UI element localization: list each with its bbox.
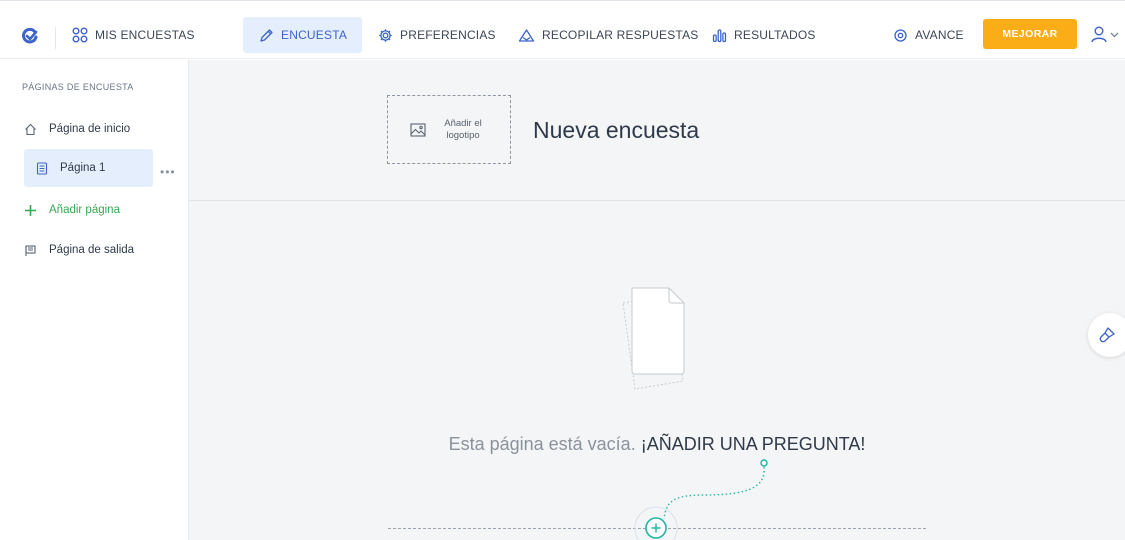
my-surveys-label: MIS ENCUESTAS [95, 28, 195, 42]
sidebar-item-label: Página 1 [60, 162, 106, 174]
eye-icon [894, 28, 907, 42]
tab-results[interactable]: RESULTADOS [712, 17, 816, 53]
preview-link[interactable]: AVANCE [893, 17, 964, 53]
empty-page-text: Esta página está vacía. [448, 434, 636, 454]
tab-collect-responses[interactable]: RECOPILAR RESPUESTAS [518, 17, 698, 53]
chevron-down-icon [1110, 32, 1119, 37]
page-options-icon[interactable]: ••• [160, 165, 176, 179]
sidebar-item-add-page[interactable]: Añadir página [24, 191, 120, 229]
sidebar-item-label: Página de salida [49, 244, 135, 256]
survey-title[interactable]: Nueva encuesta [533, 117, 699, 144]
gear-icon [379, 28, 392, 42]
add-logo-label: Añadir el logotipo [444, 117, 482, 141]
brush-icon [1099, 327, 1115, 343]
grid-icon [72, 27, 88, 43]
tab-survey[interactable]: ENCUESTA [243, 17, 363, 53]
divider [55, 27, 56, 49]
sidebar-item-label: Página de inicio [49, 123, 131, 135]
empty-page-illustration [622, 287, 685, 390]
my-surveys-link[interactable]: MIS ENCUESTAS [72, 17, 195, 53]
theme-brush-button[interactable] [1088, 313, 1125, 357]
add-question-link[interactable]: ¡AÑADIR UNA PREGUNTA! [641, 434, 866, 454]
sidebar-item-exit-page[interactable]: Página de salida [24, 231, 134, 269]
bar-chart-icon [712, 28, 727, 42]
pencil-icon [260, 28, 273, 42]
image-icon [410, 122, 426, 137]
send-icon [518, 28, 535, 42]
survey-header: Añadir el logotipo Nueva encuesta [189, 60, 1125, 201]
top-bar: MIS ENCUESTAS ENCUESTA PREFERENCIAS RECO… [0, 0, 1125, 59]
user-icon [1091, 26, 1107, 43]
page-icon [36, 161, 48, 175]
tab-collect-label: RECOPILAR RESPUESTAS [542, 28, 699, 42]
app-logo-icon[interactable] [22, 27, 38, 49]
sidebar-heading: PÁGINAS DE ENCUESTA [22, 82, 134, 92]
tab-survey-label: ENCUESTA [281, 28, 348, 42]
empty-page-message: Esta página está vacía. ¡AÑADIR UNA PREG… [189, 434, 1125, 455]
tab-preferences-label: PREFERENCIAS [400, 28, 496, 42]
home-icon [25, 123, 36, 135]
sidebar-item-label: Añadir página [49, 204, 120, 216]
flag-icon [25, 244, 36, 256]
tab-results-label: RESULTADOS [734, 28, 816, 42]
sidebar-item-page-1[interactable]: Página 1 [24, 149, 153, 187]
tab-preferences[interactable]: PREFERENCIAS [378, 17, 496, 53]
sidebar: PÁGINAS DE ENCUESTA Página de inicio Pág… [0, 60, 189, 540]
upgrade-button[interactable]: MEJORAR [983, 19, 1077, 49]
add-question-button[interactable] [634, 492, 678, 540]
add-logo-button[interactable]: Añadir el logotipo [387, 95, 511, 164]
sidebar-item-start-page[interactable]: Página de inicio [24, 110, 130, 148]
survey-canvas: Añadir el logotipo Nueva encuesta Esta p… [189, 60, 1125, 540]
plus-icon [25, 204, 36, 216]
preview-label: AVANCE [915, 28, 964, 42]
user-menu[interactable] [1090, 25, 1119, 43]
